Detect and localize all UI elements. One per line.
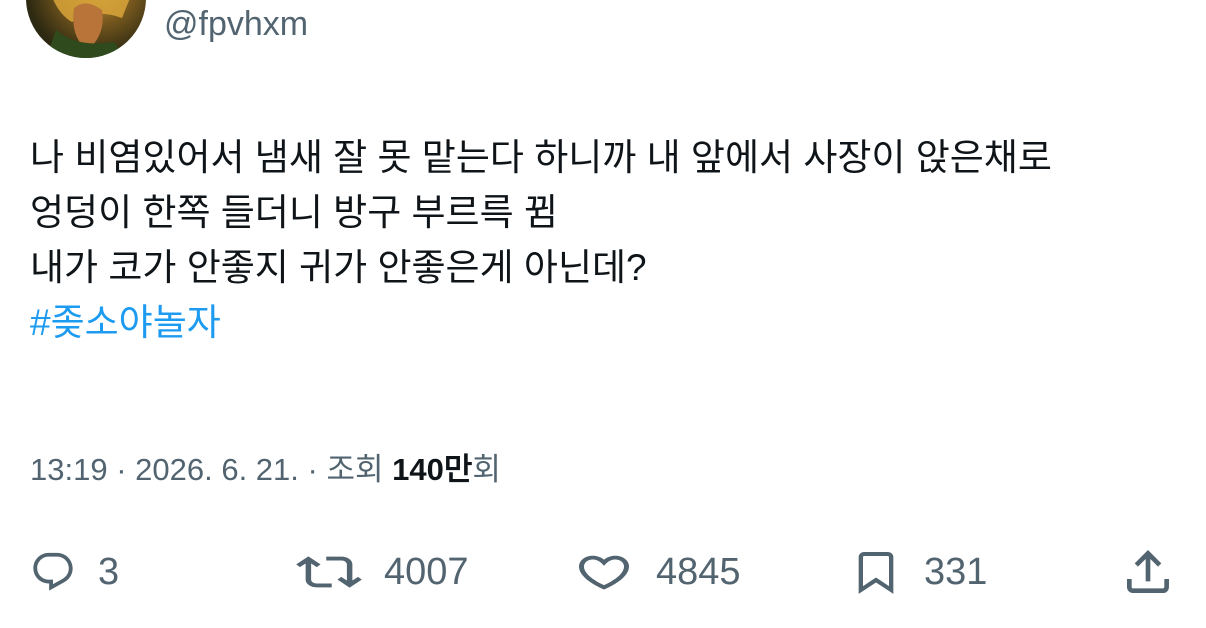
retweet-count: 4007 (384, 551, 469, 593)
views-suffix: 회 (472, 452, 501, 487)
avatar[interactable] (26, 0, 146, 58)
views-count: 140만 (392, 452, 473, 487)
tweet-meta: 13:19 · 2026. 6. 21. · 조회 140만회 (30, 448, 501, 492)
author-handle[interactable]: @fpvhxm (164, 4, 308, 44)
reply-count: 3 (98, 551, 120, 593)
share-button[interactable] (1120, 540, 1176, 604)
retweet-icon (296, 556, 362, 588)
meta-separator: · (307, 452, 318, 487)
retweet-button[interactable]: 4007 (296, 540, 469, 604)
like-count: 4845 (656, 551, 741, 593)
action-bar: 3 4007 4845 331 (0, 540, 1206, 604)
tweet-line: 나 비염있어서 냄새 잘 못 맡는다 하니까 내 앞에서 사장이 앉은채로 (30, 137, 1052, 178)
share-icon (1127, 550, 1169, 593)
reply-icon (33, 552, 73, 591)
hashtag-link[interactable]: #좆소야놀자 (30, 295, 1190, 350)
reply-button[interactable]: 3 (30, 540, 119, 604)
tweet-text: 나 비염있어서 냄새 잘 못 맡는다 하니까 내 앞에서 사장이 앉은채로 엉덩… (30, 130, 1190, 350)
tweet-date[interactable]: 2026. 6. 21. (135, 452, 299, 487)
like-button[interactable]: 4845 (574, 540, 741, 604)
tweet-line: 엉덩이 한쪽 들더니 방구 부르륵 뀜 (30, 192, 558, 233)
meta-separator: · (116, 452, 127, 487)
bookmark-icon (858, 552, 894, 594)
bookmark-button[interactable]: 331 (850, 540, 987, 604)
heart-icon (578, 555, 630, 590)
views-label: 조회 (326, 452, 384, 487)
avatar-image (46, 0, 130, 58)
tweet-line: 내가 코가 안좋지 귀가 안좋은게 아닌데? (30, 247, 647, 288)
bookmark-count: 331 (924, 551, 988, 593)
tweet-time[interactable]: 13:19 (30, 452, 108, 487)
